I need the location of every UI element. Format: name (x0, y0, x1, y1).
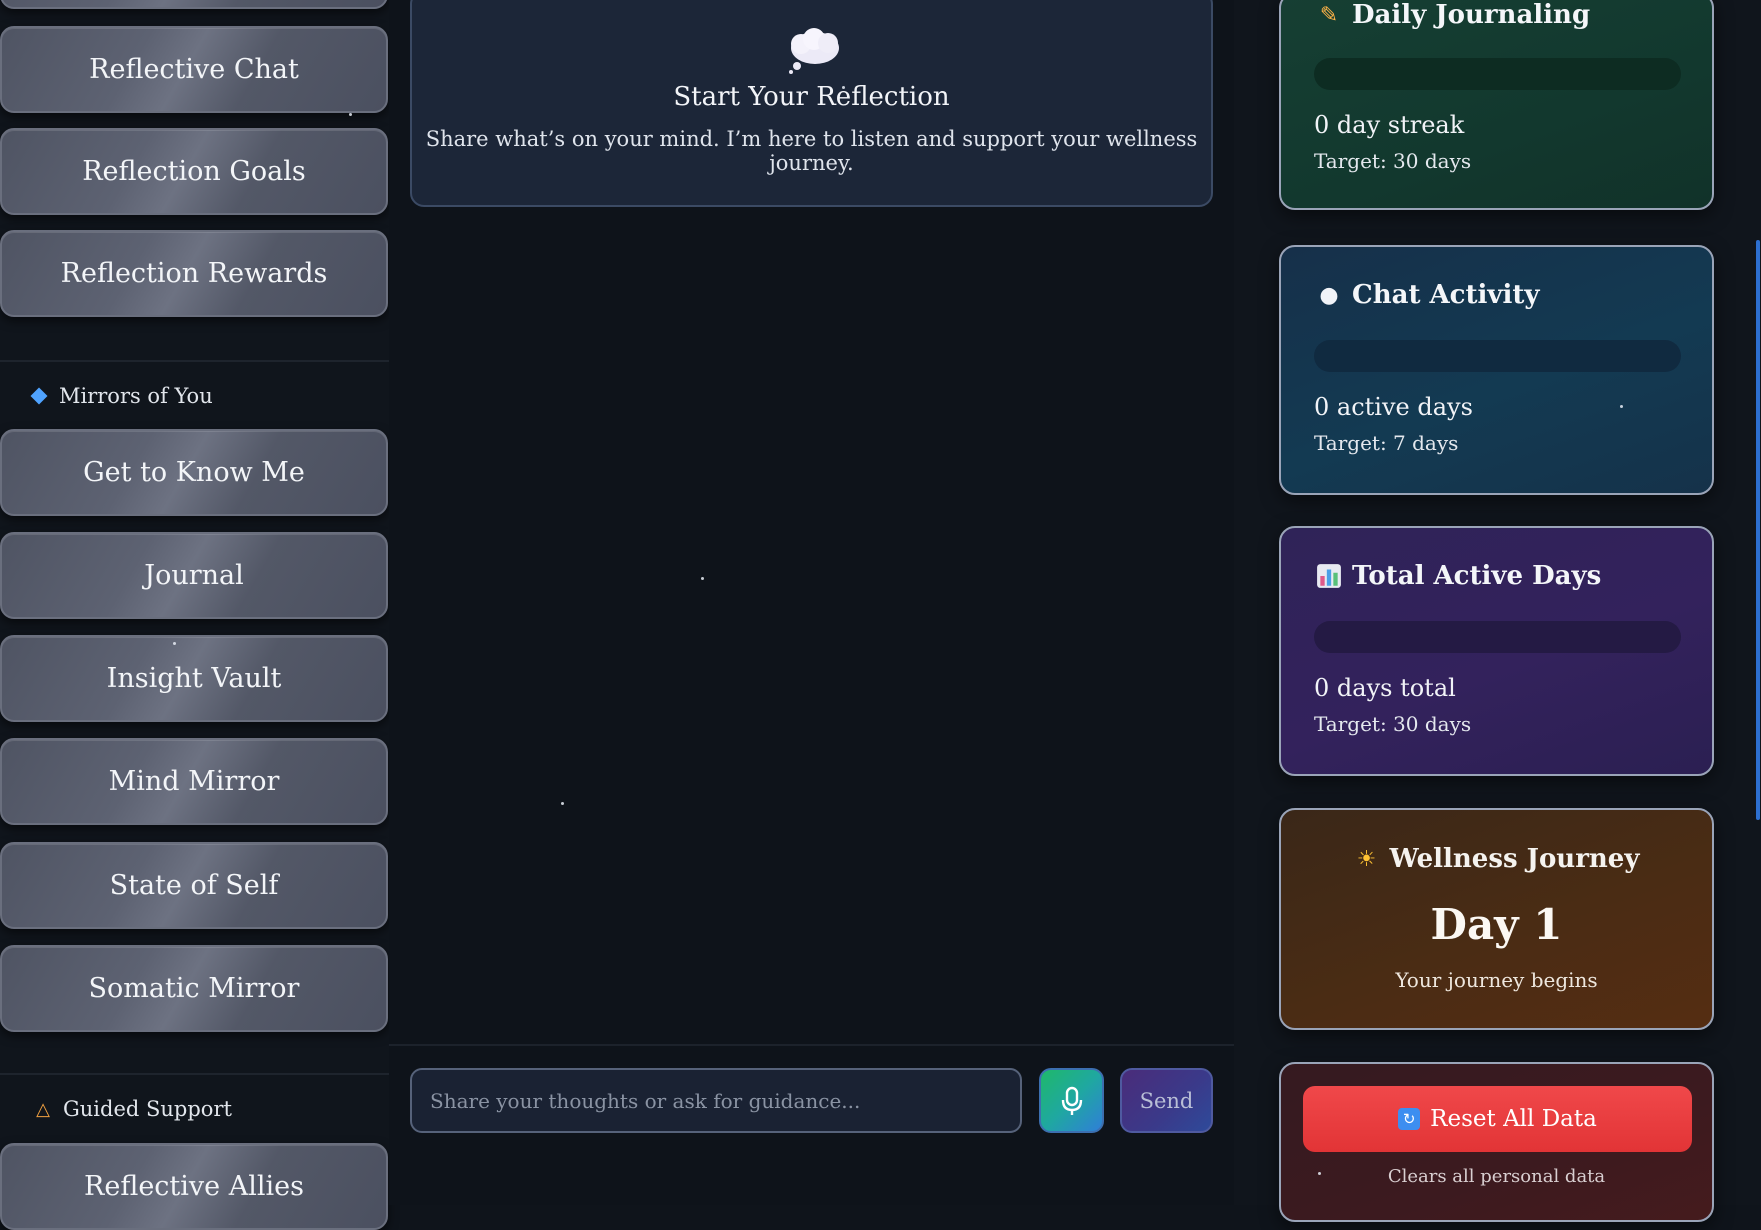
sidebar-item-label: Insight Vault (106, 663, 282, 694)
stat-target: Target: 7 days (1314, 431, 1459, 455)
sidebar-item-label: Journal (144, 560, 244, 591)
section-label-text: Mirrors of You (59, 384, 213, 408)
stat-value: 0 day streak (1314, 111, 1465, 139)
section-divider (0, 1073, 389, 1075)
stat-title-text: Chat Activity (1352, 280, 1540, 310)
section-label-guided-support: △ Guided Support (33, 1097, 232, 1121)
stats-panel: ✎ Daily Journaling 0 day streak Target: … (1234, 0, 1761, 1222)
sidebar-item-label: Mind Mirror (108, 766, 280, 797)
reset-all-data-button[interactable]: ↻ Reset All Data (1303, 1086, 1692, 1152)
welcome-card: Start Your Reflection Share what’s on yo… (410, 0, 1213, 207)
chat-activity-card: ● Chat Activity 0 active days Target: 7 … (1279, 245, 1714, 495)
stat-title: Total Active Days (1316, 561, 1601, 591)
sidebar-item-state-of-self[interactable]: State of Self (0, 842, 388, 929)
stat-title-text: Wellness Journey (1389, 844, 1640, 874)
chat-main: Start Your Reflection Share what’s on yo… (389, 0, 1234, 1205)
scrollbar[interactable] (1756, 240, 1760, 820)
star-decoration (349, 113, 352, 116)
sidebar-item-label: Reflection Rewards (60, 258, 328, 289)
reset-button-label: Reset All Data (1430, 1106, 1597, 1132)
section-label-text: Guided Support (63, 1097, 232, 1121)
sidebar-item-reflection-rewards[interactable]: Reflection Rewards (0, 230, 388, 317)
sidebar-item-reflection-goals[interactable]: Reflection Goals (0, 128, 388, 215)
wellness-day: Day 1 (1430, 900, 1563, 949)
sidebar-item-reflective-allies[interactable]: Reflective Allies (0, 1143, 388, 1230)
refresh-icon: ↻ (1398, 1108, 1421, 1130)
sidebar-item-label: Somatic Mirror (88, 973, 300, 1004)
sidebar-item-partial-top[interactable] (0, 0, 388, 9)
section-divider (0, 360, 389, 362)
section-label-mirrors-of-you: Mirrors of You (30, 384, 213, 408)
stat-title-text: Daily Journaling (1352, 0, 1591, 30)
stat-title: ● Chat Activity (1316, 280, 1540, 310)
meditation-icon: △ (36, 1098, 50, 1120)
stat-title-text: Total Active Days (1352, 561, 1602, 591)
total-active-days-card: Total Active Days 0 days total Target: 3… (1279, 526, 1714, 776)
reset-card: ↻ Reset All Data Clears all personal dat… (1279, 1062, 1714, 1222)
daily-journaling-card: ✎ Daily Journaling 0 day streak Target: … (1279, 0, 1714, 210)
welcome-text: Share what’s on your mind. I’m here to l… (425, 127, 1198, 175)
star-decoration (842, 86, 845, 89)
star-decoration (173, 642, 176, 645)
sidebar-item-reflective-chat[interactable]: Reflective Chat (0, 26, 388, 113)
microphone-button[interactable] (1039, 1068, 1104, 1133)
send-button[interactable]: Send (1120, 1068, 1213, 1133)
progress-bar (1314, 340, 1681, 372)
wellness-journey-card: ☀ Wellness Journey Day 1 Your journey be… (1279, 808, 1714, 1030)
thought-bubble-icon (789, 28, 839, 74)
sidebar-item-label: State of Self (109, 870, 279, 901)
sidebar-item-label: Get to Know Me (83, 457, 305, 488)
stat-title: ☀ Wellness Journey (1281, 844, 1712, 874)
star-decoration (561, 802, 564, 805)
wellness-subtitle: Your journey begins (1395, 968, 1598, 992)
sidebar-item-mind-mirror[interactable]: Mind Mirror (0, 738, 388, 825)
stat-title: ✎ Daily Journaling (1316, 0, 1590, 30)
sidebar-item-label: Reflective Chat (89, 54, 299, 85)
composer-divider (389, 1044, 1234, 1046)
stat-target: Target: 30 days (1314, 149, 1472, 173)
speech-bubble-icon: ● (1319, 282, 1339, 308)
sun-icon: ☀ (1356, 846, 1377, 872)
sidebar-item-insight-vault[interactable]: Insight Vault (0, 635, 388, 722)
stat-target: Target: 30 days (1314, 712, 1472, 736)
sidebar-item-somatic-mirror[interactable]: Somatic Mirror (0, 945, 388, 1032)
diamond-icon (30, 387, 48, 405)
stat-value: 0 days total (1314, 674, 1456, 702)
chat-input[interactable] (410, 1068, 1022, 1133)
sidebar-item-journal[interactable]: Journal (0, 532, 388, 619)
sidebar-item-get-to-know-me[interactable]: Get to Know Me (0, 429, 388, 516)
sidebar: Reflective Chat Reflection Goals Reflect… (0, 0, 389, 1230)
memo-icon: ✎ (1319, 2, 1339, 28)
welcome-title: Start Your Reflection (673, 82, 950, 112)
star-decoration (1620, 405, 1623, 408)
bar-chart-icon (1317, 564, 1341, 588)
microphone-icon (1061, 1086, 1082, 1115)
progress-bar (1314, 621, 1681, 653)
progress-bar (1314, 58, 1681, 90)
sidebar-item-label: Reflective Allies (84, 1171, 304, 1202)
star-decoration (701, 577, 704, 580)
stat-value: 0 active days (1314, 393, 1473, 421)
star-decoration (1318, 1172, 1321, 1175)
sidebar-item-label: Reflection Goals (82, 156, 306, 187)
reset-note: Clears all personal data (1387, 1166, 1606, 1187)
